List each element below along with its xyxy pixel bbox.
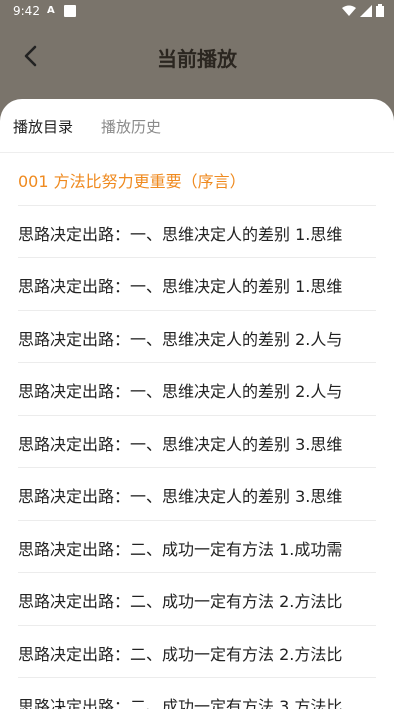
- playlist-item[interactable]: 思路决定出路：一、思维决定人的差别 2.人与: [18, 311, 376, 363]
- playlist-item[interactable]: 思路决定出路：一、思维决定人的差别 3.思维: [18, 416, 376, 468]
- playlist-item-label: 思路决定出路：二、成功一定有方法 2.方法比: [18, 592, 343, 611]
- playlist-item-label: 思路决定出路：一、思维决定人的差别 1.思维: [18, 277, 343, 296]
- playlist-item-current[interactable]: 001 方法比努力更重要（序言）: [18, 153, 376, 206]
- playlist-item-label: 思路决定出路：二、成功一定有方法 3.方法比: [18, 697, 343, 709]
- playlist-item-label: 思路决定出路：一、思维决定人的差别 2.人与: [18, 382, 343, 401]
- app-header: 当前播放: [0, 24, 394, 100]
- battery-icon: [376, 4, 384, 17]
- tab-bar: 播放目录 播放历史: [0, 99, 394, 153]
- playlist-list: 001 方法比努力更重要（序言） 思路决定出路：一、思维决定人的差别 1.思维 思路…: [0, 153, 394, 709]
- playlist-item-label: 思路决定出路：一、思维决定人的差别 2.人与: [18, 329, 343, 349]
- signal-icon: [360, 4, 372, 17]
- playlist-item-label: 思路决定出路：一、思维决定人的差别 3.思维: [18, 487, 343, 506]
- status-bar: 9:42 A: [0, 0, 394, 24]
- playlist-item-label: 思路决定出路：一、思维决定人的差别 3.思维: [18, 434, 343, 454]
- playlist-sheet: 播放目录 播放历史 001 方法比努力更重要（序言） 思路决定出路：一、思维决定人…: [0, 99, 394, 709]
- playlist-item[interactable]: 思路决定出路：二、成功一定有方法 1.成功需: [18, 521, 376, 573]
- tab-playlist[interactable]: 播放目录: [13, 116, 73, 137]
- tab-history[interactable]: 播放历史: [101, 116, 161, 137]
- playlist-item[interactable]: 思路决定出路：二、成功一定有方法 2.方法比: [18, 626, 376, 678]
- app-notification-icon: A: [47, 5, 55, 16]
- playlist-item[interactable]: 思路决定出路：二、成功一定有方法 3.方法比: [18, 678, 376, 709]
- status-time: 9:42: [13, 4, 40, 18]
- playlist-item[interactable]: 思路决定出路：一、思维决定人的差别 3.思维: [18, 468, 376, 521]
- playlist-item[interactable]: 思路决定出路：一、思维决定人的差别 1.思维: [18, 258, 376, 311]
- notification-square-icon: [64, 5, 76, 17]
- playlist-item[interactable]: 思路决定出路：一、思维决定人的差别 2.人与: [18, 363, 376, 416]
- playlist-item[interactable]: 思路决定出路：一、思维决定人的差别 1.思维: [18, 206, 376, 258]
- playlist-item-label: 思路决定出路：二、成功一定有方法 2.方法比: [18, 644, 343, 664]
- playlist-item[interactable]: 思路决定出路：二、成功一定有方法 2.方法比: [18, 573, 376, 626]
- playlist-item-label: 思路决定出路：一、思维决定人的差别 1.思维: [18, 224, 343, 244]
- wifi-icon: [342, 5, 356, 16]
- playlist-item-label: 001 方法比努力更重要（序言）: [18, 172, 246, 191]
- page-title: 当前播放: [157, 47, 237, 71]
- playlist-item-label: 思路决定出路：二、成功一定有方法 1.成功需: [18, 539, 343, 559]
